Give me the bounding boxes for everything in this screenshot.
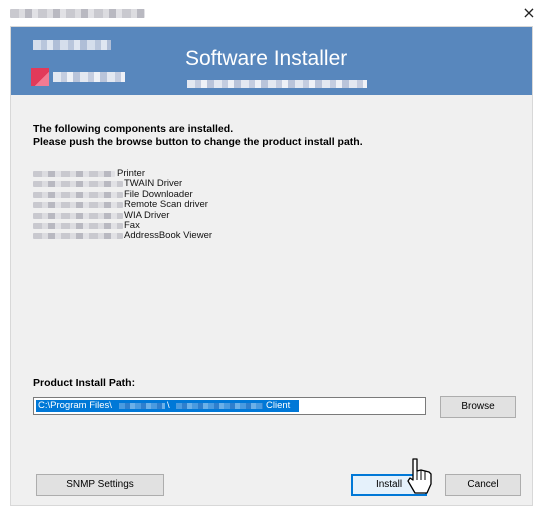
component-prefix-redacted xyxy=(33,212,123,219)
path-segment-redacted xyxy=(176,403,263,409)
browse-button[interactable]: Browse xyxy=(440,396,516,418)
installer-window: × Software Installer The following compo… xyxy=(0,0,543,515)
page-title: Software Installer xyxy=(185,47,348,70)
company-logo-icon xyxy=(31,68,49,86)
brand-name-redacted xyxy=(33,40,111,50)
component-prefix-redacted xyxy=(33,222,123,229)
intro-line-1: The following components are installed. xyxy=(33,123,234,135)
install-path-selection: C:\Program Files\ \ Client xyxy=(36,400,299,412)
component-label: AddressBook Viewer xyxy=(124,230,213,242)
install-path-label: Product Install Path: xyxy=(33,377,136,389)
logo-text-redacted xyxy=(53,72,125,82)
component-prefix-redacted xyxy=(33,202,123,209)
subtitle-redacted xyxy=(187,80,367,88)
close-icon[interactable]: × xyxy=(515,0,543,26)
intro-text: The following components are installed. … xyxy=(33,123,363,149)
list-item: WIA Driver xyxy=(33,210,333,221)
component-prefix-redacted xyxy=(33,233,123,240)
component-prefix-redacted xyxy=(33,191,123,198)
component-prefix-redacted xyxy=(33,181,123,188)
pointer-cursor-icon xyxy=(407,458,432,494)
component-prefix-redacted xyxy=(33,171,115,177)
intro-line-2: Please push the browse button to change … xyxy=(33,136,363,148)
list-item: AddressBook Viewer xyxy=(33,230,333,242)
path-prefix: C:\Program Files\ xyxy=(38,400,112,411)
install-path-input[interactable]: C:\Program Files\ \ Client xyxy=(33,397,426,415)
snmp-settings-button[interactable]: SNMP Settings xyxy=(36,474,164,496)
list-item: Printer xyxy=(33,168,333,179)
title-bar[interactable]: × xyxy=(0,0,543,26)
header-banner: Software Installer xyxy=(11,27,532,95)
path-segment-redacted xyxy=(119,403,165,409)
component-list: Printer TWAIN Driver File Downloader Rem… xyxy=(33,168,333,242)
list-item: Remote Scan driver xyxy=(33,199,333,210)
window-title-redacted xyxy=(10,9,145,18)
installer-content: Software Installer The following compone… xyxy=(10,26,533,506)
cancel-button[interactable]: Cancel xyxy=(445,474,521,496)
path-suffix: Client xyxy=(266,400,291,411)
path-separator: \ xyxy=(167,400,170,411)
